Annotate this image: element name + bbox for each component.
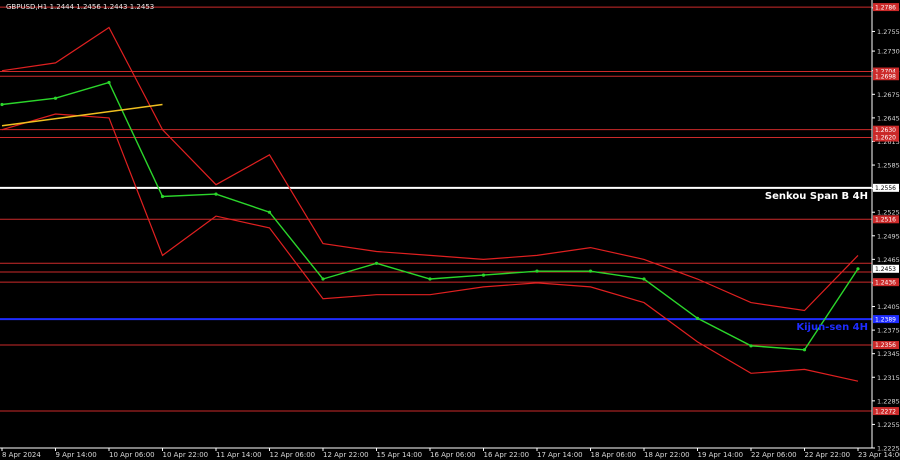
price-point-6: [321, 277, 325, 281]
x-tick-label: 10 Apr 22:00: [163, 451, 209, 459]
price-point-11: [588, 269, 593, 273]
x-tick-label: 15 Apr 14:00: [377, 451, 423, 459]
x-tick-label: 17 Apr 14:00: [537, 451, 583, 459]
price-tag: 1.2436: [873, 278, 899, 286]
y-tick-label: 1.2285: [877, 397, 900, 405]
x-tick-label: 16 Apr 22:00: [484, 451, 530, 459]
price-point-13: [695, 316, 700, 320]
chart-title: GBPUSD,H1 1.2444 1.2456 1.2443 1.2453: [6, 3, 154, 11]
x-tick-label: 11 Apr 14:00: [216, 451, 262, 459]
price-point-5: [267, 210, 272, 214]
price-point-3: [160, 194, 165, 199]
x-tick-label: 22 Apr 22:00: [805, 451, 851, 459]
y-tick-label: 1.2645: [877, 114, 900, 122]
price-tag-text: 1.2516: [875, 216, 896, 223]
x-tick-label: 9 Apr 14:00: [56, 451, 97, 459]
price-tag: 1.2516: [873, 215, 899, 223]
y-tick-label: 1.2730: [877, 48, 900, 56]
y-tick-label: 1.2675: [877, 91, 900, 99]
x-tick-label: 18 Apr 06:00: [591, 451, 637, 459]
price-point-7: [374, 261, 379, 265]
senkou-span-b-label: Senkou Span B 4H: [765, 191, 868, 202]
y-tick-label: 1.2585: [877, 162, 900, 170]
x-tick-label: 23 Apr 14:00: [858, 451, 900, 459]
x-tick-label: 8 Apr 2024: [2, 451, 41, 459]
price-point-4: [214, 192, 218, 196]
y-tick-label: 1.2755: [877, 28, 900, 36]
price-tag: 1.2620: [873, 133, 899, 142]
price-tag: 1.2389: [873, 315, 899, 323]
price-point-0: [0, 102, 4, 107]
y-tick-label: 1.2375: [877, 327, 900, 335]
price-tag-text: 1.2436: [875, 279, 896, 286]
price-point-2: [107, 80, 111, 85]
price-point-10: [535, 269, 539, 273]
price-point-1: [53, 96, 58, 100]
x-tick-label: 10 Apr 06:00: [109, 451, 155, 459]
price-tag-text: 1.2620: [875, 135, 896, 142]
price-tag-text: 1.2356: [875, 342, 896, 349]
y-tick-label: 1.2315: [877, 374, 900, 382]
price-tag-text: 1.2389: [875, 316, 896, 323]
price-tag: 1.2630: [873, 125, 899, 134]
price-point-12: [642, 277, 646, 281]
price-tag-text: 1.2272: [875, 408, 896, 415]
price-tag: 1.2698: [873, 72, 899, 80]
price-tag-text: 1.2556: [875, 185, 896, 192]
y-tick-label: 1.2465: [877, 256, 900, 264]
x-tick-label: 16 Apr 06:00: [430, 451, 476, 459]
x-tick-label: 12 Apr 06:00: [270, 451, 316, 459]
price-tag: 1.2786: [873, 3, 899, 11]
kijun-sen-label: Kijun-sen 4H: [796, 322, 868, 333]
y-tick-label: 1.2405: [877, 303, 900, 311]
chart-background: [0, 0, 900, 460]
price-tag: 1.2272: [873, 407, 899, 415]
price-point-15: [802, 348, 807, 352]
x-tick-label: 22 Apr 06:00: [751, 451, 797, 459]
price-tag: 1.2453: [873, 264, 899, 273]
price-point-8: [428, 277, 432, 281]
x-tick-label: 12 Apr 22:00: [323, 451, 369, 459]
price-chart: Senkou Span B 4HKijun-sen 4H 1.27851.275…: [0, 0, 900, 460]
price-point-9: [481, 273, 486, 277]
price-tag-text: 1.2453: [875, 266, 896, 273]
x-tick-label: 18 Apr 22:00: [644, 451, 690, 459]
price-point-14: [749, 344, 753, 348]
y-tick-label: 1.2345: [877, 350, 900, 358]
price-tag: 1.2356: [873, 341, 899, 349]
price-point-16: [856, 267, 860, 271]
price-tag: 1.2556: [873, 183, 899, 192]
y-tick-label: 1.2495: [877, 232, 900, 240]
price-tag-text: 1.2786: [875, 4, 896, 11]
price-tag-text: 1.2630: [875, 127, 896, 134]
price-tag-text: 1.2698: [875, 73, 896, 80]
y-tick-label: 1.2255: [877, 421, 900, 429]
x-tick-label: 19 Apr 14:00: [698, 451, 744, 459]
